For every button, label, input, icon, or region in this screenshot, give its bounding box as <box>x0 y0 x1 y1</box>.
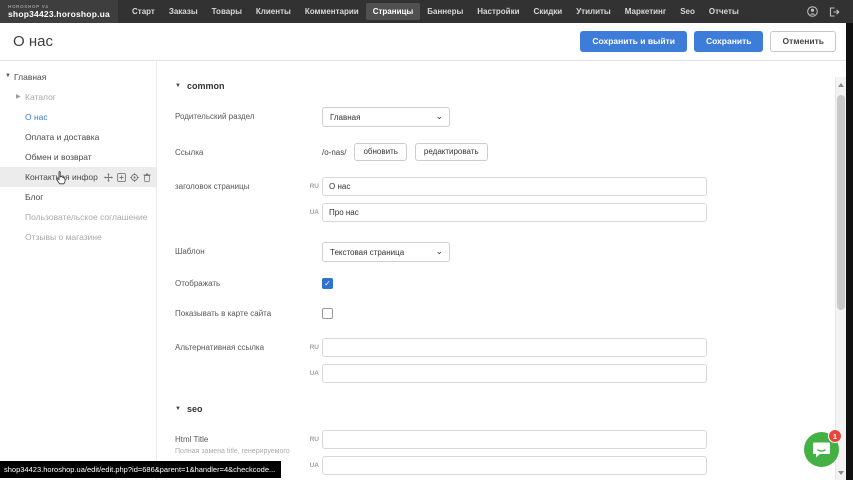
sitemap-checkbox[interactable] <box>322 308 333 319</box>
scrollbar-thumb[interactable] <box>837 95 845 310</box>
lang-ru-tag: RU <box>305 183 319 190</box>
sitemap-label: Показывать в карте сайта <box>175 308 305 319</box>
menu-item-orders[interactable]: Заказы <box>162 3 205 20</box>
tree-item-blog[interactable]: Блог <box>0 187 156 207</box>
save-and-exit-button[interactable]: Сохранить и выйти <box>580 31 687 52</box>
trash-icon[interactable] <box>143 173 151 182</box>
link-path-value: /o-nas/ <box>322 148 346 157</box>
move-icon[interactable] <box>104 173 113 182</box>
tree-item-o-nas[interactable]: О нас <box>0 107 156 127</box>
chevron-down-icon: ⌄ <box>435 246 443 257</box>
tree-item-obmen[interactable]: Обмен и возврат <box>0 147 156 167</box>
html-title-label: Html Title <box>175 435 305 445</box>
tree-item-katalog[interactable]: ▶ Каталог <box>0 87 156 107</box>
page-header: О нас Сохранить и выйти Сохранить Отмени… <box>0 23 853 61</box>
chevron-down-icon: ▼ <box>175 83 181 89</box>
display-label: Отображать <box>175 278 305 289</box>
tree-item-glavnaya[interactable]: ▼ Главная <box>0 67 156 87</box>
logo[interactable]: HOROSHOP V4 shop34423.horoshop.ua <box>0 0 118 23</box>
menu-item-clients[interactable]: Клиенты <box>249 3 298 20</box>
template-select[interactable]: Текстовая страница ⌄ <box>322 242 450 262</box>
page-title: О нас <box>13 33 53 50</box>
lang-ru-tag: RU <box>305 436 319 443</box>
template-label: Шаблон <box>175 242 305 262</box>
menu-item-comments[interactable]: Комментарии <box>298 3 366 20</box>
save-button[interactable]: Сохранить <box>694 31 764 52</box>
alt-link-label: Альтернативная ссылка <box>175 338 305 383</box>
link-label: Ссылка <box>175 143 305 161</box>
link-edit-button[interactable]: редактировать <box>415 143 488 161</box>
menu-item-banners[interactable]: Баннеры <box>420 3 470 20</box>
chat-widget-button[interactable]: 1 <box>804 432 839 467</box>
topbar: HOROSHOP V4 shop34423.horoshop.ua Старт … <box>0 0 853 23</box>
page-edit-form: ▼ common Родительский раздел Главная ⌄ С… <box>157 61 853 480</box>
logout-icon[interactable] <box>829 7 840 17</box>
page-title-ua-input[interactable] <box>322 203 707 222</box>
section-common[interactable]: ▼ common <box>175 81 853 91</box>
menu-item-start[interactable]: Старт <box>125 3 162 20</box>
html-title-ua-input[interactable] <box>322 456 707 475</box>
status-url-tooltip: shop34423.horoshop.ua/edit/edit.php?id=6… <box>0 461 281 478</box>
chevron-down-icon: ▼ <box>175 406 181 412</box>
chevron-down-icon: ⌄ <box>435 111 443 122</box>
html-title-hint: Полная замена title, генерируемого <box>175 448 305 457</box>
letterbox-strip <box>846 23 853 480</box>
page-title-field-label: заголовок страницы <box>175 177 305 222</box>
chat-unread-badge: 1 <box>828 429 842 443</box>
tree-item-otzyvy[interactable]: Отзывы о магазине <box>0 227 156 247</box>
chevron-right-icon[interactable]: ▶ <box>16 93 21 100</box>
parent-section-label: Родительский раздел <box>175 107 305 127</box>
chevron-down-icon[interactable]: ▼ <box>5 73 11 79</box>
tree-item-kontaktnaya[interactable]: Контактная инфор <box>0 167 156 187</box>
pages-tree-sidebar: ▼ Главная ▶ Каталог О нас Оплата и доста… <box>0 61 157 480</box>
lang-ru-tag: RU <box>305 344 319 351</box>
main-menu: Старт Заказы Товары Клиенты Комментарии … <box>125 0 746 23</box>
menu-item-settings[interactable]: Настройки <box>470 3 526 20</box>
menu-item-reports[interactable]: Отчеты <box>702 3 746 20</box>
alt-link-ua-input[interactable] <box>322 364 707 383</box>
display-checkbox[interactable]: ✓ <box>322 278 333 289</box>
scroll-up-icon[interactable] <box>838 83 844 87</box>
menu-item-discounts[interactable]: Скидки <box>527 3 570 20</box>
menu-item-seo[interactable]: Seo <box>673 3 702 20</box>
scroll-down-icon[interactable] <box>838 471 844 475</box>
parent-section-select[interactable]: Главная ⌄ <box>322 107 450 127</box>
lang-ua-tag: UA <box>305 462 319 469</box>
add-icon[interactable] <box>117 173 126 182</box>
link-update-button[interactable]: обновить <box>354 143 406 161</box>
page-scrollbar[interactable] <box>835 77 846 480</box>
alt-link-ru-input[interactable] <box>322 338 707 357</box>
section-seo[interactable]: ▼ seo <box>175 404 853 414</box>
tree-item-soglashenie[interactable]: Пользовательское соглашение <box>0 207 156 227</box>
account-icon[interactable] <box>807 6 818 17</box>
gear-icon[interactable] <box>130 173 139 182</box>
lang-ua-tag: UA <box>305 370 319 377</box>
menu-item-utilities[interactable]: Утилиты <box>569 3 618 20</box>
menu-item-products[interactable]: Товары <box>205 3 249 20</box>
page-title-ru-input[interactable] <box>322 177 707 196</box>
menu-item-pages[interactable]: Страницы <box>366 3 421 20</box>
lang-ua-tag: UA <box>305 209 319 216</box>
tree-item-oplata[interactable]: Оплата и доставка <box>0 127 156 147</box>
shop-domain-label: shop34423.horoshop.ua <box>8 9 118 19</box>
menu-item-marketing[interactable]: Маркетинг <box>618 3 673 20</box>
html-title-ru-input[interactable] <box>322 430 707 449</box>
cancel-button[interactable]: Отменить <box>770 31 836 52</box>
